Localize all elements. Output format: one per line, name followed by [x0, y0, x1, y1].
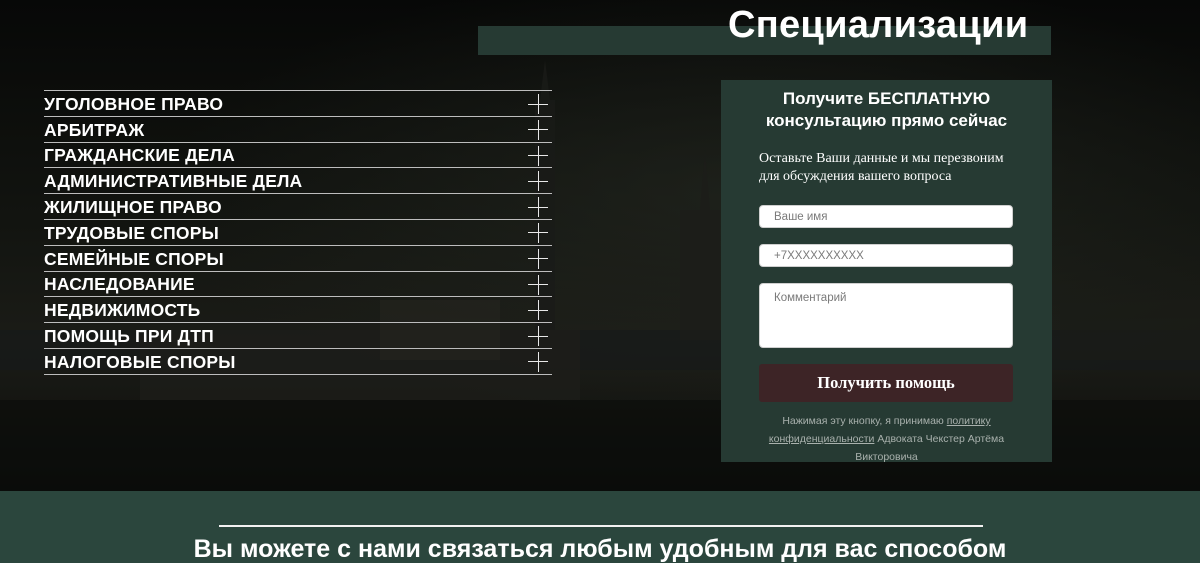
spec-item-traffic-accident-help[interactable]: ПОМОЩЬ ПРИ ДТП: [44, 323, 552, 349]
plus-icon[interactable]: [528, 94, 548, 114]
spec-item-civil-cases[interactable]: ГРАЖДАНСКИЕ ДЕЛА: [44, 143, 552, 169]
plus-icon[interactable]: [528, 274, 548, 295]
spec-item-label: НАСЛЕДОВАНИЕ: [44, 274, 195, 295]
get-help-button[interactable]: Получить помощь: [759, 364, 1013, 402]
spec-item-inheritance[interactable]: НАСЛЕДОВАНИЕ: [44, 272, 552, 298]
plus-icon[interactable]: [528, 300, 548, 321]
consent-suffix: Адвоката Чекстер Артёма Викторовича: [855, 433, 1005, 463]
spec-item-label: ТРУДОВЫЕ СПОРЫ: [44, 222, 219, 243]
plus-icon[interactable]: [528, 197, 548, 218]
spec-item-arbitration[interactable]: АРБИТРАЖ: [44, 117, 552, 143]
form-heading-line2: консультацию прямо сейчас: [765, 111, 1008, 130]
specializations-list: УГОЛОВНОЕ ПРАВО АРБИТРАЖ ГРАЖДАНСКИЕ ДЕЛ…: [44, 90, 552, 375]
plus-icon[interactable]: [528, 222, 548, 243]
spec-item-administrative-cases[interactable]: АДМИНИСТРАТИВНЫЕ ДЕЛА: [44, 168, 552, 195]
form-heading-line1: Получите БЕСПЛАТНУЮ: [782, 89, 991, 108]
plus-icon[interactable]: [528, 248, 548, 269]
comment-input[interactable]: [759, 283, 1013, 348]
plus-icon[interactable]: [528, 171, 548, 192]
spec-item-labor-disputes[interactable]: ТРУДОВЫЕ СПОРЫ: [44, 220, 552, 246]
phone-input[interactable]: [759, 244, 1013, 267]
plus-icon[interactable]: [528, 145, 548, 166]
spec-item-label: АРБИТРАЖ: [44, 119, 145, 140]
contact-divider: [219, 525, 983, 527]
form-heading: Получите БЕСПЛАТНУЮ консультацию прямо с…: [721, 88, 1052, 132]
spec-item-housing-law[interactable]: ЖИЛИЩНОЕ ПРАВО: [44, 194, 552, 220]
plus-icon[interactable]: [528, 326, 548, 347]
form-description: Оставьте Ваши данные и мы перезвоним для…: [759, 151, 1004, 184]
consent-text: Нажимая эту кнопку, я принимаю политику …: [751, 412, 1022, 466]
contact-title: Вы можете с нами связаться любым удобным…: [193, 535, 1007, 563]
spec-item-label: ЖИЛИЩНОЕ ПРАВО: [44, 197, 222, 218]
spec-item-label: СЕМЕЙНЫЕ СПОРЫ: [44, 248, 224, 269]
spec-item-family-disputes[interactable]: СЕМЕЙНЫЕ СПОРЫ: [44, 246, 552, 272]
spec-item-label: УГОЛОВНОЕ ПРАВО: [44, 93, 224, 114]
spec-item-real-estate[interactable]: НЕДВИЖИМОСТЬ: [44, 297, 552, 324]
spec-item-label: НЕДВИЖИМОСТЬ: [44, 300, 201, 321]
spec-item-criminal-law[interactable]: УГОЛОВНОЕ ПРАВО: [44, 91, 552, 117]
name-input[interactable]: [759, 205, 1013, 228]
spec-item-label: НАЛОГОВЫЕ СПОРЫ: [44, 351, 236, 372]
consultation-form: Получите БЕСПЛАТНУЮ консультацию прямо с…: [721, 80, 1052, 463]
spec-item-tax-disputes[interactable]: НАЛОГОВЫЕ СПОРЫ: [44, 349, 552, 375]
page-title: Специализации: [728, 4, 1029, 46]
spec-item-label: ПОМОЩЬ ПРИ ДТП: [44, 326, 214, 347]
spec-item-label: ГРАЖДАНСКИЕ ДЕЛА: [44, 145, 235, 166]
consent-prefix: Нажимая эту кнопку, я принимаю: [782, 415, 947, 427]
spec-item-label: АДМИНИСТРАТИВНЫЕ ДЕЛА: [44, 171, 303, 192]
plus-icon[interactable]: [528, 351, 548, 372]
contact-section: Вы можете с нами связаться любым удобным…: [0, 491, 1200, 563]
plus-icon[interactable]: [528, 119, 548, 140]
